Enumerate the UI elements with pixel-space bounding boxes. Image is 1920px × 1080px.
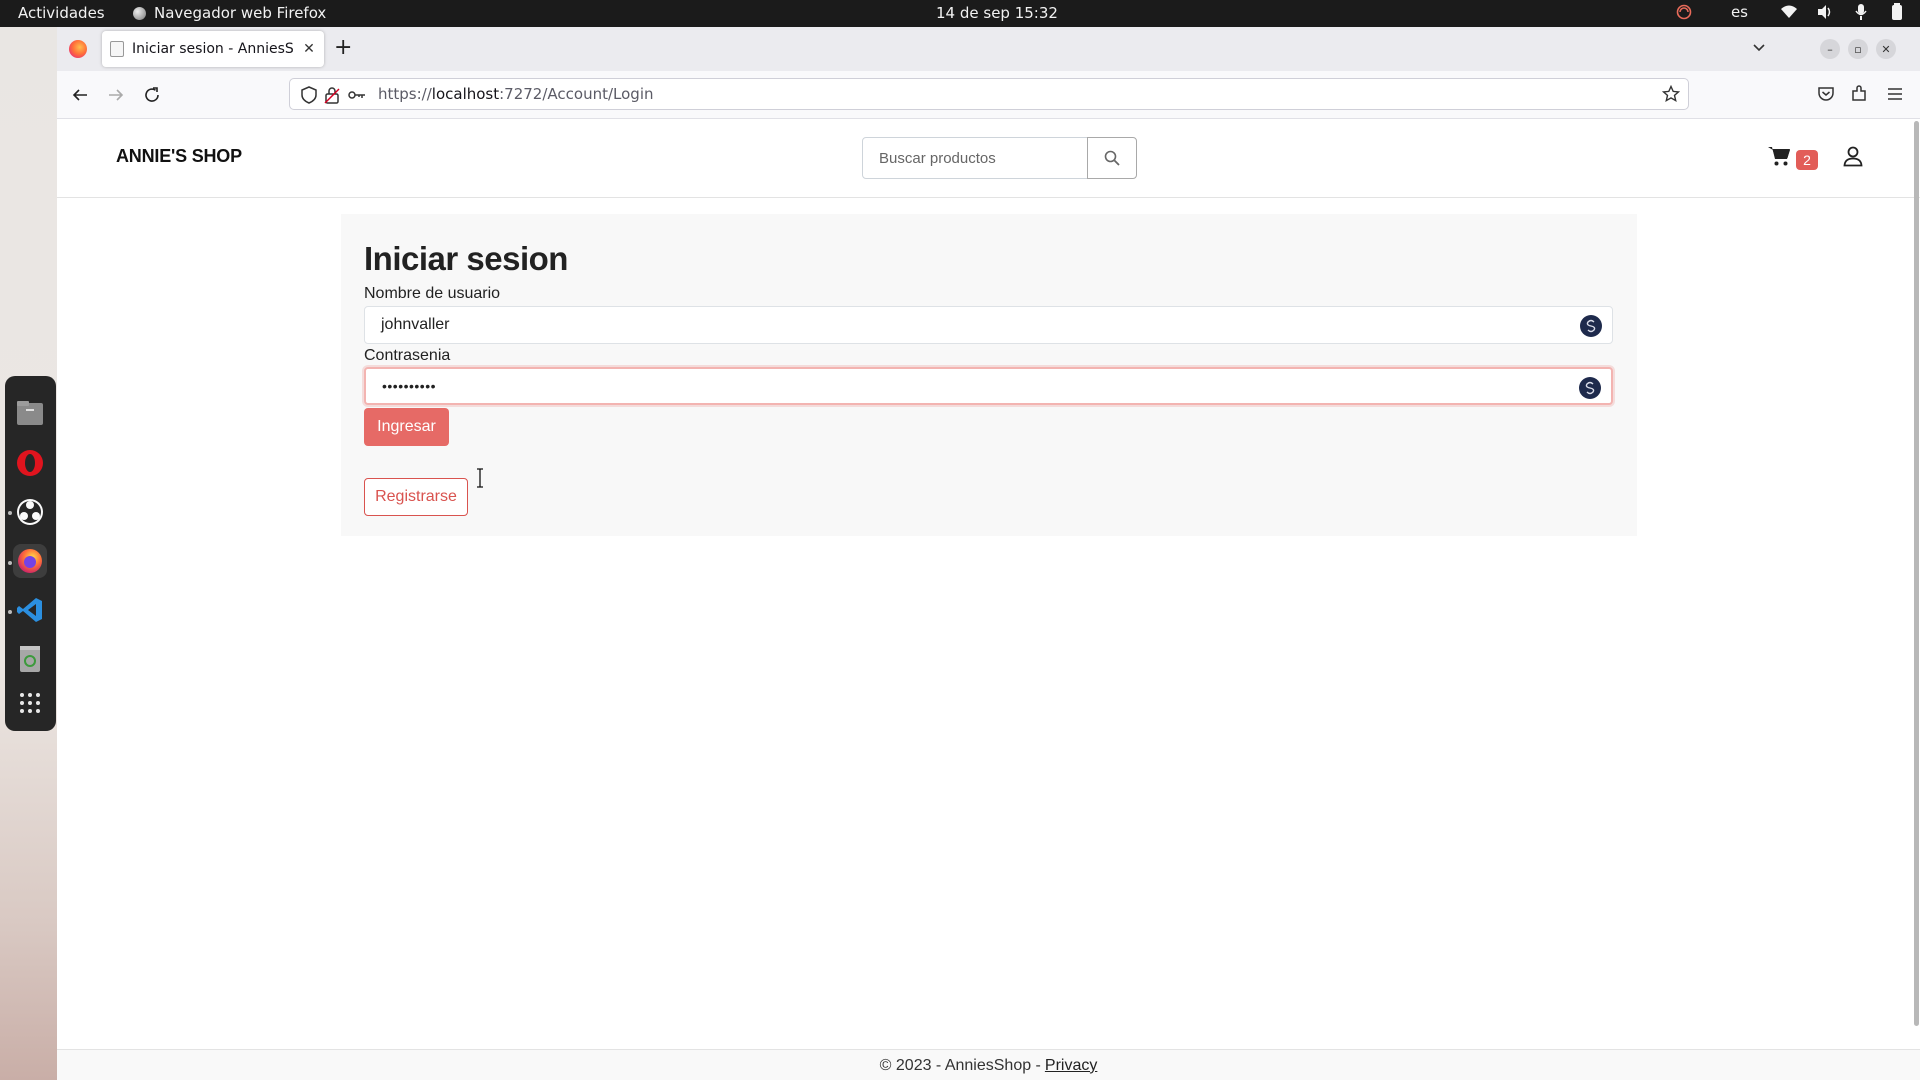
site-header: ANNIE'S SHOP 2 [57, 119, 1920, 198]
firefox-app-icon [133, 6, 146, 20]
tab-title: Iniciar sesion - AnniesShop [132, 41, 294, 57]
password-manager-icon[interactable] [1580, 315, 1602, 337]
password-masked-value: •••••••••• [382, 378, 437, 394]
close-window-icon[interactable]: ✕ [1876, 39, 1896, 59]
cart-icon[interactable] [1767, 145, 1791, 169]
battery-icon [1888, 3, 1906, 21]
extensions-puzzle-icon[interactable] [1848, 83, 1870, 105]
firefox-window: Iniciar sesion - AnniesShop ✕ + – ▫ ✕ [57, 27, 1920, 1080]
web-page: ANNIE'S SHOP 2 Iniciar sesion Nombre de … [57, 119, 1920, 1080]
app-menu[interactable]: Navegador web Firefox [133, 4, 326, 22]
microphone-icon [1852, 3, 1870, 21]
dock-obs-icon[interactable] [13, 495, 47, 529]
navigation-toolbar: https://localhost:7272/Account/Login [57, 71, 1920, 119]
dock-running-indicator [8, 561, 12, 565]
volume-icon [1816, 3, 1834, 21]
ubuntu-pro-icon[interactable] [1675, 3, 1693, 21]
key-icon[interactable] [348, 86, 366, 104]
privacy-link[interactable]: Privacy [1045, 1057, 1097, 1075]
footer-copyright: © 2023 - AnniesShop - [879, 1056, 1041, 1074]
wifi-icon [1780, 3, 1798, 21]
app-menu-label: Navegador web Firefox [154, 4, 327, 22]
language-indicator[interactable]: es [1731, 3, 1748, 21]
reload-icon[interactable] [140, 83, 164, 107]
insecure-lock-icon[interactable] [323, 86, 341, 104]
page-favicon-icon [110, 41, 124, 57]
minimize-icon[interactable]: – [1820, 39, 1840, 59]
tab-login[interactable]: Iniciar sesion - AnniesShop ✕ [102, 31, 324, 67]
dock-vscode-icon[interactable] [13, 593, 47, 627]
url-bar[interactable]: https://localhost:7272/Account/Login [289, 78, 1689, 110]
user-account-icon[interactable] [1842, 145, 1866, 169]
clock[interactable]: 14 de sep 15:32 [936, 4, 1058, 22]
tab-bar: Iniciar sesion - AnniesShop ✕ + – ▫ ✕ [57, 27, 1920, 71]
site-footer: © 2023 - AnniesShop - Privacy [57, 1049, 1920, 1080]
new-tab-icon[interactable]: + [334, 37, 352, 59]
cart-count-badge[interactable]: 2 [1796, 150, 1818, 170]
url-text[interactable]: https://localhost:7272/Account/Login [378, 85, 654, 103]
text-cursor-icon [477, 468, 483, 488]
page-scrollbar[interactable] [1914, 121, 1919, 1026]
maximize-icon[interactable]: ▫ [1848, 39, 1868, 59]
search-button[interactable] [1087, 137, 1137, 179]
dock [5, 376, 56, 731]
forward-arrow-icon[interactable] [104, 83, 128, 107]
tracking-shield-icon[interactable] [300, 86, 318, 104]
activities-button[interactable]: Actividades [18, 4, 105, 22]
login-submit-button[interactable]: Ingresar [364, 408, 449, 446]
password-manager-icon[interactable] [1579, 377, 1601, 399]
dock-running-indicator [8, 610, 12, 614]
bookmark-star-icon[interactable] [1661, 84, 1681, 107]
login-card: Iniciar sesion Nombre de usuario johnval… [341, 214, 1637, 536]
list-tabs-chevron-down-icon[interactable] [1751, 39, 1767, 59]
username-label: Nombre de usuario [364, 285, 501, 302]
password-field[interactable]: •••••••••• [364, 367, 1613, 405]
dock-running-indicator [8, 511, 12, 515]
system-top-bar: Actividades Navegador web Firefox 14 de … [0, 0, 1920, 27]
search-input[interactable] [862, 137, 1088, 179]
search-icon [1104, 150, 1120, 166]
password-label: Contrasenia [364, 347, 451, 364]
show-apps-grid-icon[interactable] [13, 686, 47, 720]
pocket-icon[interactable] [1815, 83, 1837, 105]
username-value: johnvaller [381, 316, 450, 333]
username-field[interactable]: johnvaller [364, 306, 1613, 344]
page-title: Iniciar sesion [364, 240, 568, 277]
back-arrow-icon[interactable] [68, 83, 92, 107]
tab-close-icon[interactable]: ✕ [302, 41, 316, 57]
dock-trash-icon[interactable] [13, 642, 47, 676]
hamburger-menu-icon[interactable] [1884, 83, 1906, 105]
dock-firefox-icon[interactable] [13, 544, 47, 578]
dock-files-icon[interactable] [13, 396, 47, 430]
firefox-view-icon[interactable] [69, 40, 87, 58]
register-button[interactable]: Registrarse [364, 478, 468, 516]
system-tray[interactable]: es [1675, 3, 1906, 21]
site-brand[interactable]: ANNIE'S SHOP [116, 146, 242, 167]
dock-opera-icon[interactable] [13, 446, 47, 480]
